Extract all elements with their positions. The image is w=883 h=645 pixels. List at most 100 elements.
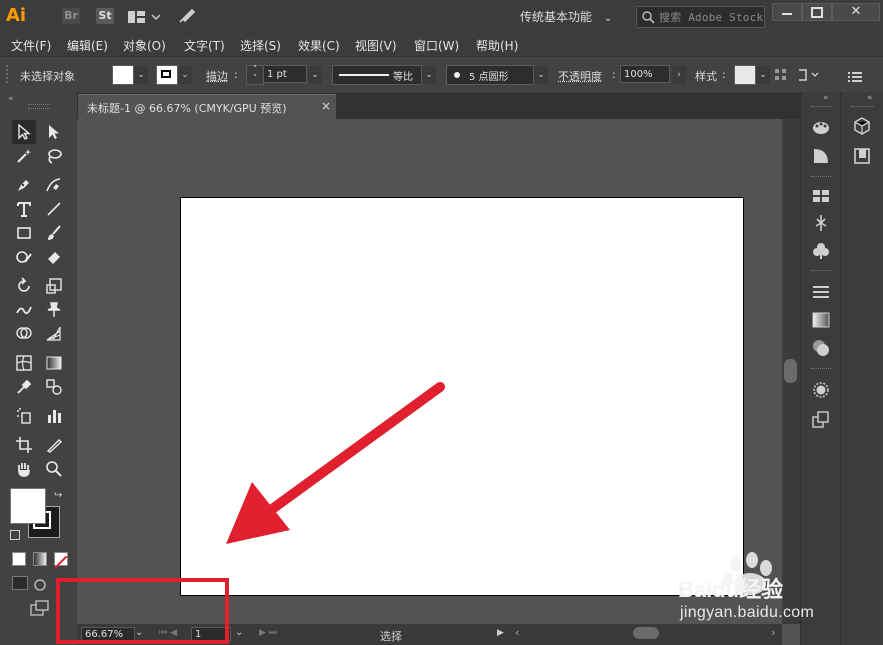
minimize-button[interactable] — [772, 3, 802, 21]
menu-view[interactable]: 视图(V) — [355, 37, 397, 54]
menu-edit[interactable]: 编辑(E) — [67, 37, 108, 54]
chevron-down-icon[interactable]: ⌄ — [422, 66, 436, 84]
bridge-badge[interactable]: Br — [62, 8, 80, 24]
stroke-weight-field[interactable]: 1 pt — [263, 65, 307, 83]
dock-grip[interactable] — [811, 106, 831, 110]
chevron-down-icon[interactable]: ⌄ — [756, 66, 770, 84]
graphic-style-swatch[interactable] — [734, 65, 756, 85]
selection-tool-icon[interactable] — [12, 120, 36, 144]
chevron-right-icon[interactable]: › — [672, 66, 686, 84]
rotate-tool-icon[interactable] — [12, 274, 36, 298]
pen-tool-icon[interactable] — [12, 173, 36, 197]
stroke-panel-icon[interactable] — [811, 282, 831, 302]
menu-effect[interactable]: 效果(C) — [298, 37, 340, 54]
gpu-performance-icon[interactable] — [178, 8, 196, 28]
curvature-tool-icon[interactable] — [42, 173, 66, 197]
menu-select[interactable]: 选择(S) — [240, 37, 281, 54]
screen-mode-icon[interactable] — [30, 600, 50, 616]
symbols-panel-icon[interactable] — [811, 241, 831, 261]
stock-search-input[interactable]: 搜索 Adobe Stock — [636, 6, 765, 28]
chevron-down-icon[interactable]: ⌄ — [134, 66, 148, 84]
gradient-panel-icon[interactable] — [811, 310, 831, 330]
puppet-warp-tool-icon[interactable] — [42, 298, 66, 322]
horizontal-scroll-thumb[interactable] — [633, 627, 659, 639]
menu-type[interactable]: 文字(T) — [184, 37, 225, 54]
symbol-sprayer-tool-icon[interactable] — [12, 404, 36, 428]
transparency-panel-icon[interactable] — [811, 338, 831, 358]
hand-tool-icon[interactable] — [12, 457, 36, 481]
perspective-grid-tool-icon[interactable] — [42, 322, 66, 346]
chevron-down-icon[interactable]: ⌄ — [235, 627, 243, 638]
slice-tool-icon[interactable] — [42, 433, 66, 457]
collapse-icon[interactable]: « — [8, 94, 14, 104]
menu-window[interactable]: 窗口(W) — [414, 37, 459, 54]
close-tab-icon[interactable]: × — [321, 99, 331, 113]
scroll-left-icon[interactable]: ‹ — [515, 626, 519, 639]
properties-panel-icon[interactable] — [852, 146, 872, 166]
brush-definition[interactable]: 5 点圆形 — [446, 65, 534, 85]
line-segment-tool-icon[interactable] — [42, 197, 66, 221]
menu-file[interactable]: 文件(F) — [11, 37, 51, 54]
stock-badge[interactable]: St — [96, 8, 114, 24]
none-mode-icon[interactable] — [54, 552, 68, 569]
color-guide-icon[interactable] — [811, 146, 831, 166]
close-window-button[interactable]: ✕ — [832, 3, 880, 21]
color-panel-icon[interactable] — [811, 118, 831, 138]
scale-tool-icon[interactable] — [42, 274, 66, 298]
toolbox-grip[interactable] — [28, 104, 50, 109]
gradient-mode-icon[interactable] — [33, 552, 47, 566]
fill-color-front[interactable] — [10, 488, 46, 524]
stroke-label[interactable]: 描边 — [206, 68, 228, 84]
swap-colors-icon[interactable]: ↪ — [54, 490, 62, 501]
rectangle-tool-icon[interactable] — [12, 221, 36, 245]
libraries-panel-icon[interactable] — [852, 116, 872, 136]
align-icon[interactable] — [774, 67, 788, 86]
vertical-scroll-thumb[interactable] — [784, 359, 797, 383]
dock-grip[interactable] — [851, 106, 873, 110]
collapse-panels-icon[interactable]: « — [867, 93, 873, 103]
shaper-tool-icon[interactable] — [12, 245, 36, 269]
graphic-styles-panel-icon[interactable] — [811, 410, 831, 430]
appearance-panel-icon[interactable] — [811, 380, 831, 400]
chevron-down-icon[interactable]: ⌄ — [178, 66, 192, 84]
chevron-down-icon[interactable]: ⌄ — [534, 66, 548, 84]
lasso-tool-icon[interactable] — [42, 144, 66, 168]
grip-handle[interactable] — [6, 65, 12, 83]
maximize-button[interactable] — [802, 3, 832, 21]
magic-wand-tool-icon[interactable] — [12, 144, 36, 168]
artboard-tool-icon[interactable] — [12, 433, 36, 457]
shape-builder-tool-icon[interactable] — [12, 322, 36, 346]
opacity-label[interactable]: 不透明度 — [558, 68, 602, 84]
chevron-down-icon[interactable]: ⌄ — [308, 66, 322, 84]
paintbrush-tool-icon[interactable] — [42, 221, 66, 245]
status-menu-icon[interactable]: ▶ — [497, 628, 504, 638]
arrange-documents-icon[interactable] — [128, 9, 161, 28]
stroke-weight-stepper[interactable]: ˄ ˅ — [246, 65, 264, 85]
eraser-tool-icon[interactable] — [42, 245, 66, 269]
blend-tool-icon[interactable] — [42, 375, 66, 399]
draw-normal-icon[interactable] — [12, 576, 28, 590]
swatches-panel-icon[interactable] — [811, 186, 831, 206]
zoom-tool-icon[interactable] — [42, 457, 66, 481]
transform-icon[interactable] — [797, 67, 821, 86]
direct-selection-tool-icon[interactable] — [42, 120, 66, 144]
draw-behind-icon[interactable] — [34, 576, 48, 591]
mesh-tool-icon[interactable] — [12, 351, 36, 375]
variable-width-profile[interactable]: 等比 — [332, 65, 422, 85]
gradient-tool-icon[interactable] — [42, 351, 66, 375]
warp-tool-icon[interactable] — [12, 298, 36, 322]
menu-object[interactable]: 对象(O) — [123, 37, 166, 54]
stroke-swatch[interactable] — [156, 65, 178, 85]
type-tool-icon[interactable] — [12, 197, 36, 221]
eyedropper-tool-icon[interactable] — [12, 375, 36, 399]
color-mode-icon[interactable] — [12, 552, 26, 566]
brushes-panel-icon[interactable] — [811, 213, 831, 233]
panel-menu-icon[interactable] — [848, 68, 862, 87]
workspace-switcher[interactable]: 传统基本功能 ⌄ — [520, 8, 612, 25]
default-colors-icon[interactable] — [10, 530, 20, 540]
expand-panels-icon[interactable]: « — [823, 93, 829, 103]
opacity-field[interactable]: 100% — [620, 65, 670, 83]
fill-swatch[interactable] — [112, 65, 134, 85]
column-graph-tool-icon[interactable] — [42, 404, 66, 428]
document-tab[interactable]: 未标题-1 @ 66.67% (CMYK/GPU 预览) × — [77, 94, 336, 119]
